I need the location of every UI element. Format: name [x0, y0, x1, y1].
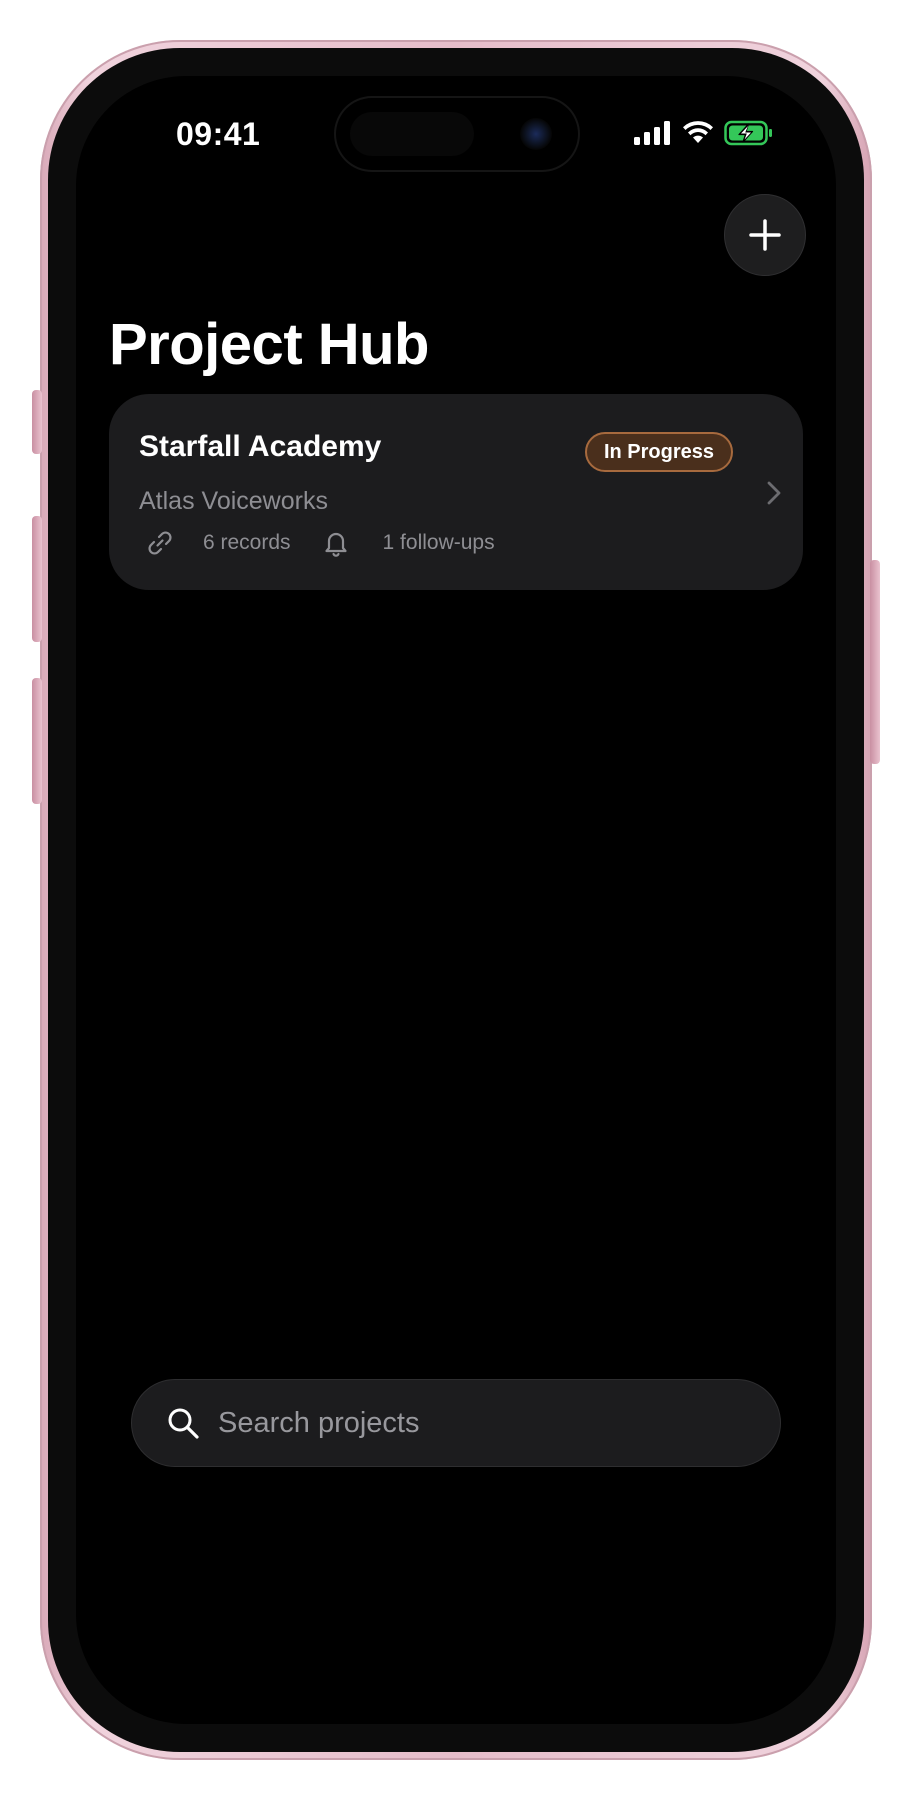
project-card[interactable]: Starfall Academy In Progress Atlas Voice… — [109, 394, 803, 590]
chevron-right-icon — [767, 481, 781, 505]
add-project-button[interactable] — [724, 194, 806, 276]
power-button — [870, 560, 880, 764]
battery-charging-icon — [724, 120, 772, 146]
action-button — [32, 390, 42, 454]
cellular-signal-icon — [634, 121, 670, 145]
app-screen: 09:41 Project Hub Starfall Academy In Pr… — [76, 76, 836, 1724]
project-meta: 6 records 1 follow-ups — [145, 528, 495, 558]
dynamic-island — [336, 98, 578, 170]
records-count: 6 records — [203, 531, 291, 554]
plus-icon — [749, 219, 781, 251]
volume-down-button — [32, 678, 42, 804]
volume-up-button — [32, 516, 42, 642]
search-bar[interactable] — [131, 1379, 781, 1467]
search-icon — [168, 1408, 199, 1439]
wifi-icon — [683, 121, 713, 143]
status-bar-icons — [634, 120, 774, 146]
link-icon — [145, 528, 175, 558]
front-camera — [520, 118, 552, 150]
status-bar-time: 09:41 — [176, 116, 261, 152]
island-sensor — [350, 112, 474, 156]
screenshot-canvas: 09:41 Project Hub Starfall Academy In Pr… — [0, 0, 913, 1800]
bell-icon — [321, 528, 351, 558]
status-badge: In Progress — [585, 432, 733, 472]
page-title: Project Hub — [109, 312, 430, 377]
project-name: Starfall Academy — [139, 430, 382, 463]
search-input[interactable] — [216, 1405, 780, 1441]
project-client: Atlas Voiceworks — [139, 487, 328, 515]
followups-count: 1 follow-ups — [382, 531, 495, 554]
